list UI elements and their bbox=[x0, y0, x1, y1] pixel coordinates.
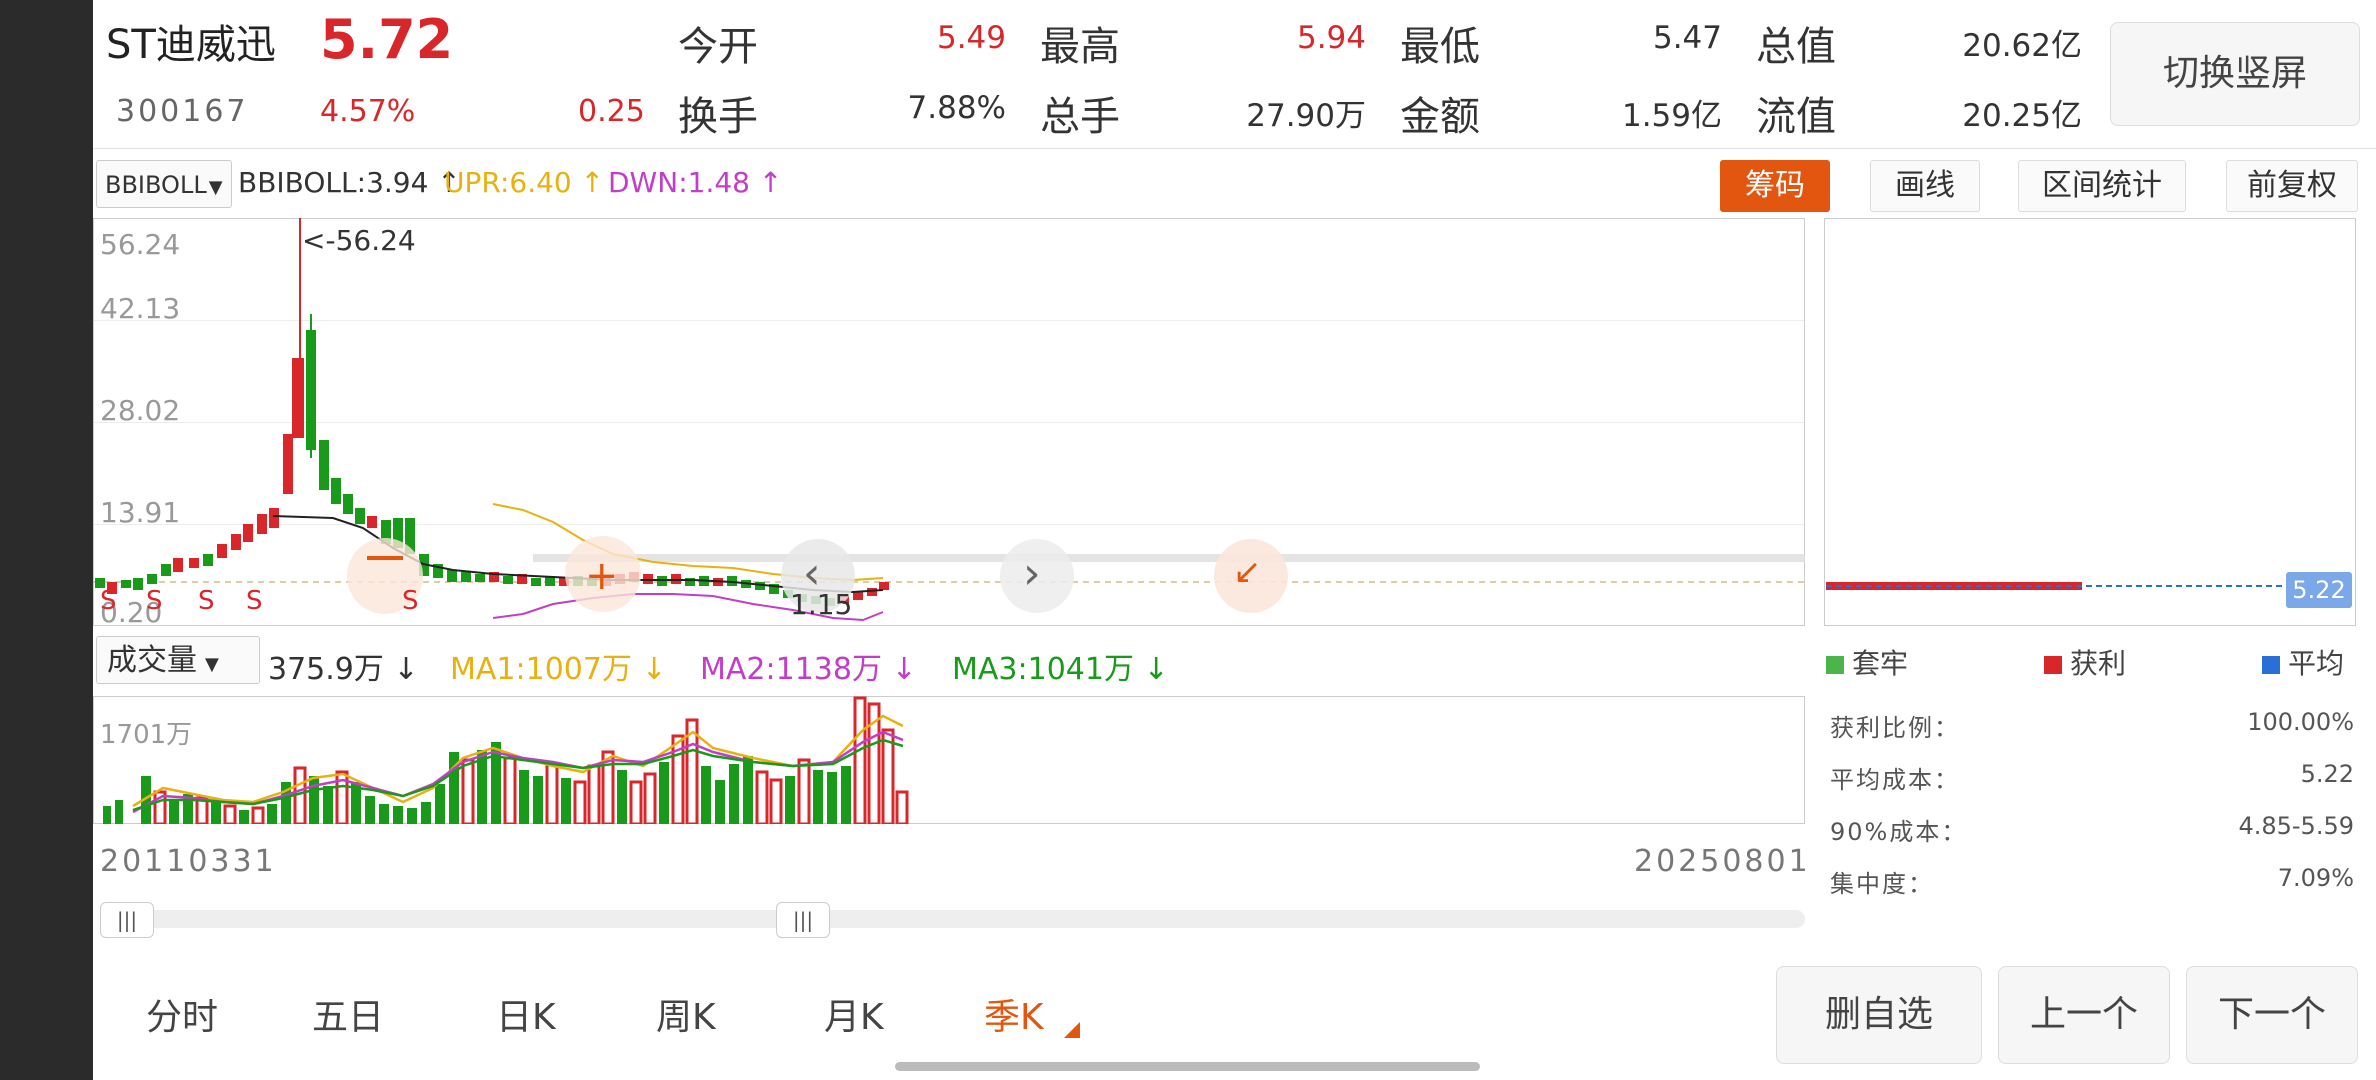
range-slider-right-handle[interactable]: ||| bbox=[776, 902, 830, 938]
float-label: 流值 bbox=[1756, 94, 1836, 140]
end-date: 20250801 bbox=[1634, 844, 1811, 879]
open-label: 今开 bbox=[678, 24, 758, 70]
turnover-value: 7.88% bbox=[907, 90, 1006, 126]
draw-line-button[interactable]: 画线 bbox=[1870, 160, 1980, 212]
volume-label: 总手 bbox=[1040, 94, 1120, 140]
cost-90-value: 4.85-5.59 bbox=[2238, 812, 2354, 840]
sell-signal: S bbox=[402, 586, 419, 616]
float-value: 20.25亿 bbox=[1962, 98, 2082, 134]
previous-stock-button[interactable]: 上一个 bbox=[1998, 966, 2170, 1064]
tab-quarter-k[interactable]: 季K bbox=[984, 988, 1044, 1040]
left-edge-bar bbox=[0, 0, 93, 1080]
turnover-label: 换手 bbox=[678, 94, 758, 140]
header-divider bbox=[93, 148, 2376, 149]
kline-svg bbox=[93, 218, 1805, 622]
legend-trapped: 套牢 bbox=[1826, 642, 1908, 682]
sell-signal: S bbox=[146, 586, 163, 616]
stock-name: ST迪威迅 bbox=[106, 22, 276, 68]
legend-swatch bbox=[2262, 656, 2280, 674]
bbiboll-value: BBIBOLL:3.94 ↑ bbox=[238, 166, 461, 199]
corner-indicator-icon bbox=[1064, 1022, 1080, 1038]
zoom-in-icon[interactable]: + bbox=[585, 556, 619, 596]
volume-value: 27.90万 bbox=[1246, 98, 1366, 134]
tab-week-k[interactable]: 周K bbox=[656, 988, 716, 1040]
min-price-marker: 1.15 bbox=[790, 588, 853, 621]
sell-signal: S bbox=[198, 586, 215, 616]
scroll-right-icon[interactable]: › bbox=[1023, 548, 1041, 599]
concentration-value: 7.09% bbox=[2277, 864, 2354, 892]
upr-value: UPR:6.40 ↑ bbox=[444, 166, 605, 199]
tab-day-k[interactable]: 日K bbox=[496, 988, 556, 1040]
range-stats-button[interactable]: 区间统计 bbox=[2018, 160, 2186, 212]
vol-ma1: MA1:1007万 ↓ bbox=[450, 652, 667, 687]
remove-watchlist-button[interactable]: 删自选 bbox=[1776, 966, 1982, 1064]
legend-swatch bbox=[1826, 656, 1844, 674]
vol-ma2: MA2:1138万 ↓ bbox=[700, 652, 917, 687]
current-price: 5.72 bbox=[320, 8, 454, 71]
vol-ma3: MA3:1041万 ↓ bbox=[952, 652, 1169, 687]
max-price-marker: <-56.24 bbox=[302, 224, 416, 257]
high-label: 最高 bbox=[1040, 24, 1120, 70]
legend-trapped-label: 套牢 bbox=[1852, 647, 1909, 680]
avg-cost-value: 5.22 bbox=[2300, 760, 2354, 788]
volume-value-text: 375.9万 ↓ bbox=[268, 652, 419, 687]
cost-90-label: 90%成本： bbox=[1830, 818, 1968, 846]
start-date: 20110331 bbox=[100, 844, 277, 879]
low-label: 最低 bbox=[1400, 24, 1480, 70]
legend-average: 平均 bbox=[2262, 642, 2344, 682]
indicator-select[interactable]: BBIBOLL ▼ bbox=[96, 160, 232, 208]
change-amount: 0.25 bbox=[578, 94, 645, 129]
legend-profit: 获利 bbox=[2044, 642, 2126, 682]
dropdown-arrow-icon: ▼ bbox=[208, 177, 223, 198]
switch-portrait-button[interactable]: 切换竖屏 bbox=[2110, 22, 2360, 126]
dwn-value: DWN:1.48 ↑ bbox=[608, 166, 783, 199]
tab-month-k[interactable]: 月K bbox=[824, 988, 884, 1040]
avg-price-badge: 5.22 bbox=[2286, 572, 2352, 608]
profit-ratio-label: 获利比例： bbox=[1830, 714, 1960, 742]
legend-average-label: 平均 bbox=[2288, 647, 2345, 680]
volume-svg bbox=[103, 696, 909, 824]
sell-signal: S bbox=[100, 586, 117, 616]
sell-signal: S bbox=[246, 586, 263, 616]
next-stock-button[interactable]: 下一个 bbox=[2186, 966, 2358, 1064]
amount-value: 1.59亿 bbox=[1621, 98, 1722, 134]
profit-ratio-value: 100.00% bbox=[2247, 708, 2354, 736]
tab-intraday[interactable]: 分时 bbox=[146, 988, 218, 1040]
amount-label: 金额 bbox=[1400, 94, 1480, 140]
concentration-label: 集中度： bbox=[1830, 870, 1934, 898]
high-value: 5.94 bbox=[1296, 20, 1366, 56]
chips-svg bbox=[1826, 582, 2354, 590]
range-slider-track[interactable] bbox=[100, 910, 1805, 928]
home-indicator bbox=[895, 1062, 1480, 1071]
range-slider-left-handle[interactable]: ||| bbox=[100, 902, 154, 938]
mktcap-label: 总值 bbox=[1756, 24, 1836, 70]
avg-cost-label: 平均成本： bbox=[1830, 766, 1960, 794]
scroll-left-icon[interactable]: ‹ bbox=[803, 548, 821, 599]
adjust-mode-button[interactable]: 前复权 bbox=[2226, 160, 2358, 212]
zoom-out-icon[interactable] bbox=[367, 556, 403, 560]
volume-select-label: 成交量 bbox=[107, 643, 197, 678]
stock-code: 300167 bbox=[116, 94, 249, 129]
collapse-icon[interactable]: ↙ bbox=[1233, 552, 1262, 592]
legend-profit-label: 获利 bbox=[2070, 647, 2127, 680]
change-percent: 4.57% bbox=[320, 94, 416, 129]
mktcap-value: 20.62亿 bbox=[1962, 28, 2082, 64]
volume-indicator-select[interactable]: 成交量 ▼ bbox=[96, 636, 260, 684]
low-value: 5.47 bbox=[1652, 20, 1722, 56]
tab-five-day[interactable]: 五日 bbox=[312, 988, 384, 1040]
chips-button[interactable]: 筹码 bbox=[1720, 160, 1830, 212]
legend-swatch bbox=[2044, 656, 2062, 674]
indicator-select-label: BBIBOLL bbox=[105, 171, 207, 199]
dropdown-arrow-icon: ▼ bbox=[205, 654, 219, 675]
open-value: 5.49 bbox=[936, 20, 1006, 56]
